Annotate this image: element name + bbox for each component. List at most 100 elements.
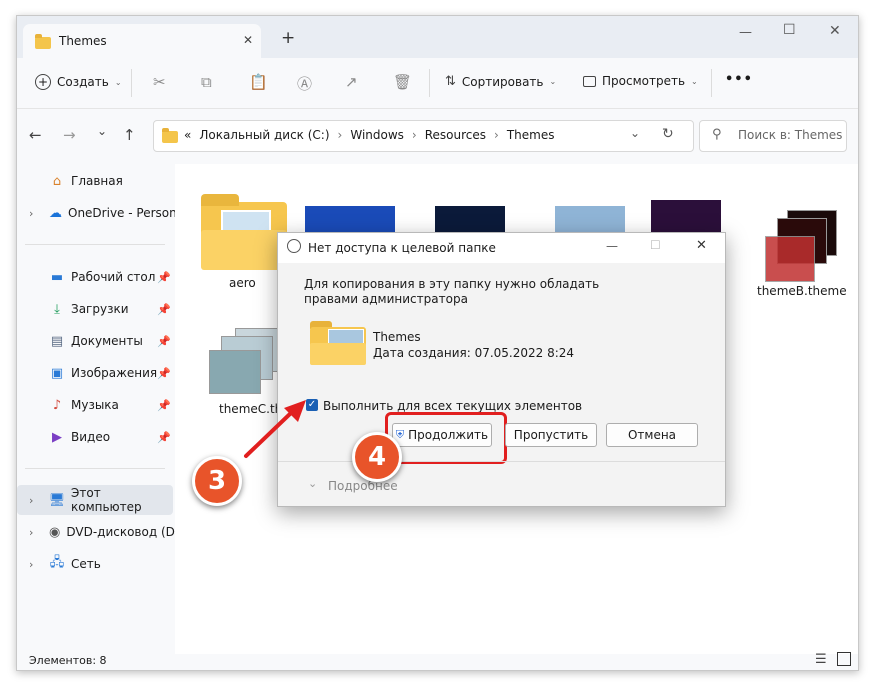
step-4-number: 4 [367,442,387,472]
command-bar: + Создать ⌄ ✂ ⧉ 📋 Ⓐ ↗ 🗑 ⇅ Сортировать ⌄ … [17,58,858,109]
onedrive-icon: ☁ [49,205,62,221]
folder-front [201,230,287,270]
download-icon: ⤓ [54,301,60,317]
status-bar: Элементов: 8 ☰ [17,652,858,670]
network-icon: 🖧 [49,555,65,570]
share-icon[interactable]: ↗ [345,73,358,91]
sidebar-item-video[interactable]: ▶ Видео 📌 [17,422,175,452]
refresh-icon[interactable]: ↻ [662,126,674,142]
sidebar-divider [25,244,165,245]
dialog-maximize-button[interactable]: ☐ [650,238,661,252]
breadcrumb-separator: › [494,128,499,142]
breadcrumb-item[interactable]: Themes [507,128,555,142]
file-item-themeB[interactable]: themeB.theme [751,194,851,304]
pin-icon[interactable]: 📌 [157,271,171,284]
theme-thumbnail [209,350,261,394]
recent-chevron-icon[interactable]: ⌄ [97,124,107,138]
tab-title: Themes [59,34,107,48]
sort-button[interactable]: ⇅ Сортировать ⌄ [445,74,556,89]
breadcrumb-item[interactable]: Resources [425,128,486,142]
maximize-button[interactable]: ☐ [783,22,796,38]
pictures-icon: ▣ [50,365,64,381]
sidebar-item-network[interactable]: › 🖧 Сеть [17,549,175,579]
copy-icon[interactable]: ⧉ [201,73,212,91]
file-item-aero[interactable]: aero [199,186,289,296]
folder-icon [162,128,178,143]
continue-button[interactable]: ⛨ Продолжить [392,423,492,447]
expand-chevron-icon[interactable]: › [29,207,33,220]
up-icon[interactable]: ↑ [123,126,136,144]
pin-icon[interactable]: 📌 [157,431,171,444]
pin-icon[interactable]: 📌 [157,303,171,316]
breadcrumb-item[interactable]: Windows [350,128,404,142]
sidebar-item-pictures[interactable]: ▣ Изображения 📌 [17,358,175,388]
expand-chevron-icon[interactable]: › [29,558,33,571]
cut-icon[interactable]: ✂ [153,73,166,91]
sidebar-item-music[interactable]: ♪ Музыка 📌 [17,390,175,420]
clock-icon [287,239,301,253]
item-count: Элементов: 8 [29,654,107,667]
pin-icon[interactable]: 📌 [157,335,171,348]
dialog-close-button[interactable]: ✕ [696,238,707,253]
paste-icon[interactable]: 📋 [249,73,268,91]
close-button[interactable]: ✕ [829,23,841,39]
address-dropdown-icon[interactable]: ⌄ [630,126,640,140]
tab-themes[interactable]: Themes ✕ [23,24,261,58]
music-icon: ♪ [52,397,62,413]
sidebar-item-documents[interactable]: ▤ Документы 📌 [17,326,175,356]
divider [711,69,712,97]
rename-icon[interactable]: Ⓐ [297,73,312,94]
expand-chevron-icon[interactable]: › [29,526,33,539]
dialog-minimize-button[interactable]: — [606,239,618,253]
back-icon[interactable]: ← [29,126,42,144]
sidebar-item-desktop[interactable]: ▬ Рабочий стол 📌 [17,262,175,292]
more-icon[interactable]: ••• [725,72,753,87]
documents-icon: ▤ [50,333,64,349]
pin-icon[interactable]: 📌 [157,399,171,412]
chevron-down-icon[interactable]: ⌄ [308,477,317,490]
search-box[interactable]: ⚲ Поиск в: Themes [699,120,847,152]
access-denied-dialog: Нет доступа к целевой папке — ☐ ✕ Для ко… [277,232,726,507]
cancel-label: Отмена [627,428,677,442]
home-icon: ⌂ [52,173,62,189]
skip-button[interactable]: Пропустить [505,423,597,447]
sidebar-item-label: Главная [71,174,123,188]
view-icon [583,75,596,87]
dialog-title: Нет доступа к целевой папке [308,241,496,255]
create-button[interactable]: + Создать ⌄ [35,74,122,90]
sidebar-item-label: Рабочий стол [71,270,156,284]
new-tab-button[interactable]: + [281,28,295,48]
dialog-titlebar: Нет доступа к целевой папке — ☐ ✕ [278,233,725,263]
sort-label: Сортировать [461,74,544,89]
breadcrumb-item[interactable]: Локальный диск (C:) [199,128,329,142]
breadcrumb-separator: › [411,128,417,142]
sidebar-item-downloads[interactable]: ⤓ Загрузки 📌 [17,294,175,324]
dvd-icon: ◉ [49,524,61,540]
details-view-icon[interactable]: ☰ [815,652,827,667]
continue-label: Продолжить [408,428,489,442]
view-label: Просмотреть [602,74,686,88]
video-icon: ▶ [52,429,62,445]
sidebar-item-onedrive[interactable]: › ☁ OneDrive - Persona [17,198,184,228]
sidebar-item-this-pc[interactable]: › 🖥 Этот компьютер [17,485,173,515]
breadcrumb-overflow[interactable]: « [184,128,191,142]
delete-icon[interactable]: 🗑 [393,73,412,91]
tiles-view-icon[interactable] [837,652,851,666]
sidebar-item-home[interactable]: ⌂ Главная [17,166,175,196]
tab-close-icon[interactable]: ✕ [243,33,253,47]
step-4-badge: 4 [352,432,402,482]
sidebar-item-dvd[interactable]: › ◉ DVD-дисковод (D:) [17,517,184,547]
apply-all-label: Выполнить для всех текущих элементов [323,399,583,413]
view-button[interactable]: Просмотреть ⌄ [583,74,698,88]
pin-icon[interactable]: 📌 [157,367,171,380]
forward-icon[interactable]: → [63,126,76,144]
details-toggle[interactable]: Подробнее [328,479,398,493]
dialog-message: Для копирования в эту папку нужно облада… [304,277,600,306]
minimize-button[interactable]: — [739,25,752,40]
cancel-button[interactable]: Отмена [606,423,698,447]
step-3-number: 3 [207,466,227,496]
address-bar[interactable]: « Локальный диск (C:) › Windows › Resour… [153,120,694,152]
computer-icon: 🖥 [48,492,66,508]
sidebar-item-label: OneDrive - Persona [68,206,185,220]
expand-chevron-icon[interactable]: › [29,494,33,507]
